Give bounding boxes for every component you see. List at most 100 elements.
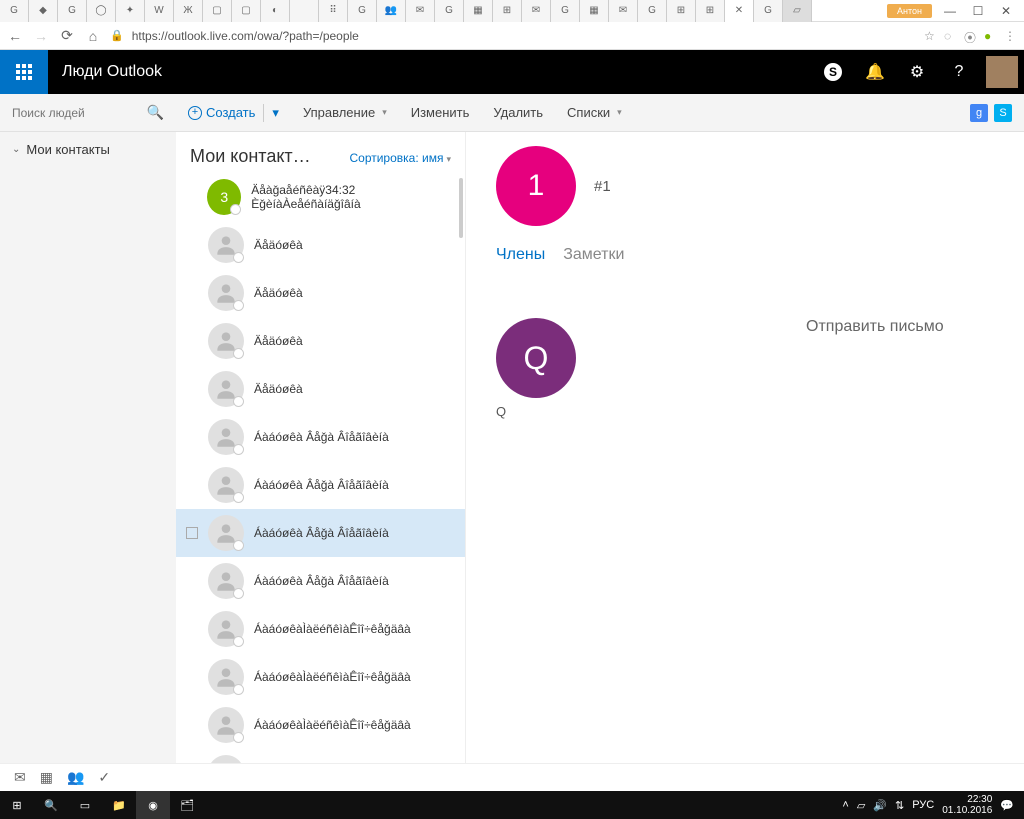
tray-network-icon[interactable]: ⇅ xyxy=(895,799,904,812)
browser-tab[interactable]: G xyxy=(0,0,29,22)
browser-tab[interactable]: ◆ xyxy=(29,0,58,22)
new-tab-button[interactable]: ▱ xyxy=(783,0,812,22)
tasks-icon[interactable]: ✓ xyxy=(98,769,110,786)
browser-tab[interactable] xyxy=(290,0,319,22)
browser-tab[interactable]: ✦ xyxy=(116,0,145,22)
member-avatar[interactable]: Q xyxy=(496,318,576,398)
browser-tab[interactable]: ◐ xyxy=(261,0,290,22)
contact-row[interactable]: Áàáóøêà Âåǧà Âîåãîâèíà xyxy=(176,557,465,605)
create-button[interactable]: + Создать ▾ xyxy=(176,104,291,122)
sort-dropdown[interactable]: Сортировка: имя xyxy=(349,151,451,165)
browser-tab[interactable]: ◯ xyxy=(87,0,116,22)
checkbox[interactable] xyxy=(186,527,198,539)
notifications-icon[interactable]: 🔔 xyxy=(854,50,896,94)
maximize-button[interactable]: ☐ xyxy=(968,4,988,18)
contact-row[interactable]: Áàáóøêà Âåǧà Âîåãîâèíà xyxy=(176,413,465,461)
mail-icon[interactable]: ✉ xyxy=(14,769,26,786)
tab-notes[interactable]: Заметки xyxy=(563,246,624,268)
browser-tab[interactable]: ⠿ xyxy=(319,0,348,22)
menu-button[interactable]: ⋮ xyxy=(1004,29,1018,43)
ext-icon[interactable]: ⦿ xyxy=(964,29,978,43)
url-text[interactable]: https://outlook.live.com/owa/?path=/peop… xyxy=(132,29,916,43)
tray-lang[interactable]: РУС xyxy=(912,799,934,811)
tray-up-icon[interactable]: ˄ xyxy=(842,799,848,811)
chrome-icon[interactable]: ◉ xyxy=(136,791,170,819)
explorer-icon[interactable]: 📁 xyxy=(102,791,136,819)
skype-badge-icon[interactable]: S xyxy=(994,104,1012,122)
skype-icon[interactable]: S xyxy=(812,50,854,94)
edit-button[interactable]: Изменить xyxy=(399,105,482,120)
contact-row[interactable]: Áàáóøêà Âåǧà Âîåãîâèíà xyxy=(176,509,465,557)
calendar-icon[interactable]: ▦ xyxy=(40,769,53,786)
browser-tab[interactable]: G xyxy=(58,0,87,22)
contact-row[interactable]: Äåäóøêà xyxy=(176,221,465,269)
browser-tab[interactable]: Ж xyxy=(174,0,203,22)
browser-tab[interactable]: G xyxy=(435,0,464,22)
app-launcher[interactable] xyxy=(0,50,48,94)
contact-avatar xyxy=(208,755,244,763)
google-badge-icon[interactable]: g xyxy=(970,104,988,122)
contact-list[interactable]: 3Äåàǧaåéñêàÿ34:32 ÈǧèíàÀeåéñàíäǧîâíàÄåäó… xyxy=(176,173,465,763)
manage-button[interactable]: Управление xyxy=(291,105,399,120)
reload-button[interactable]: ⟳ xyxy=(58,27,76,44)
star-icon[interactable]: ☆ xyxy=(924,29,938,43)
ext-icon[interactable]: ◌ xyxy=(944,29,958,43)
contact-row[interactable]: ÁàáóøêàÌàëéñêìàÊîî÷êåǧäâà xyxy=(176,749,465,763)
search-taskbar[interactable]: 🔍 xyxy=(34,791,68,819)
forward-button[interactable]: → xyxy=(32,28,50,44)
send-mail-link[interactable]: Отправить письмо xyxy=(806,318,944,336)
taskview-button[interactable]: ▭ xyxy=(68,791,102,819)
minimize-button[interactable]: — xyxy=(940,4,960,18)
tray-battery-icon[interactable]: ▱ xyxy=(857,799,865,812)
home-button[interactable]: ⌂ xyxy=(84,28,102,44)
tray-notifications-icon[interactable]: 💬 xyxy=(1000,799,1014,812)
detail-pane: 1 #1 Члены Заметки Q Q Отправить письмо xyxy=(466,132,1024,763)
help-icon[interactable]: ? xyxy=(938,50,980,94)
back-button[interactable]: ← xyxy=(6,28,24,44)
browser-tab[interactable]: G xyxy=(754,0,783,22)
contact-row[interactable]: 3Äåàǧaåéñêàÿ34:32 ÈǧèíàÀeåéñàíäǧîâíà xyxy=(176,173,465,221)
browser-tab[interactable]: ⊞ xyxy=(696,0,725,22)
close-button[interactable]: ✕ xyxy=(996,4,1016,18)
browser-tab[interactable]: ✉ xyxy=(609,0,638,22)
search-input[interactable] xyxy=(12,106,132,120)
contact-row[interactable]: Áàáóøêà Âåǧà Âîåãîâèíà xyxy=(176,461,465,509)
tray-volume-icon[interactable]: 🔊 xyxy=(873,799,887,812)
browser-tab[interactable]: ✉ xyxy=(406,0,435,22)
browser-tab[interactable]: ⊞ xyxy=(667,0,696,22)
browser-tab-active[interactable]: ✕ xyxy=(725,0,754,22)
main-content: ⌄ Мои контакты Мои контакт… Сортировка: … xyxy=(0,132,1024,763)
browser-tab[interactable]: ⊞ xyxy=(493,0,522,22)
browser-tab[interactable]: ▢ xyxy=(203,0,232,22)
settings-icon[interactable]: ⚙ xyxy=(896,50,938,94)
browser-tab[interactable]: G xyxy=(348,0,377,22)
browser-tab[interactable]: ▦ xyxy=(464,0,493,22)
taskbar-clock[interactable]: 22:30 01.10.2016 xyxy=(942,794,992,816)
contact-row[interactable]: ÁàáóøêàÌàëéñêìàÊîî÷êåǧäâà xyxy=(176,701,465,749)
browser-tab[interactable]: ▢ xyxy=(232,0,261,22)
start-button[interactable]: ⊞ xyxy=(0,791,34,819)
browser-tab[interactable]: W xyxy=(145,0,174,22)
search-icon[interactable]: 🔍 xyxy=(147,104,164,121)
contact-row[interactable]: Äåäóøêà xyxy=(176,269,465,317)
browser-tab[interactable]: ▦ xyxy=(580,0,609,22)
people-icon[interactable]: 👥 xyxy=(67,769,84,786)
delete-button[interactable]: Удалить xyxy=(481,105,555,120)
scrollbar[interactable] xyxy=(459,178,463,238)
my-contacts-nav[interactable]: ⌄ Мои контакты xyxy=(0,132,176,168)
browser-tab[interactable]: 👥 xyxy=(377,0,406,22)
app-icon[interactable]: 🗂 xyxy=(170,791,204,819)
search-people[interactable]: 🔍 xyxy=(0,94,176,132)
contact-row[interactable]: ÁàáóøêàÌàëéñêìàÊîî÷êåǧäâà xyxy=(176,605,465,653)
group-avatar: 1 xyxy=(496,146,576,226)
contact-row[interactable]: Äåäóøêà xyxy=(176,365,465,413)
profile-avatar[interactable] xyxy=(986,56,1018,88)
browser-tab[interactable]: ✉ xyxy=(522,0,551,22)
browser-tab[interactable]: G xyxy=(551,0,580,22)
contact-row[interactable]: ÁàáóøêàÌàëéñêìàÊîî÷êåǧäâà xyxy=(176,653,465,701)
browser-tab[interactable]: G xyxy=(638,0,667,22)
lists-button[interactable]: Списки xyxy=(555,105,634,120)
contact-row[interactable]: Äåäóøêà xyxy=(176,317,465,365)
tab-members[interactable]: Члены xyxy=(496,246,545,268)
ext-icon[interactable]: ● xyxy=(984,29,998,43)
